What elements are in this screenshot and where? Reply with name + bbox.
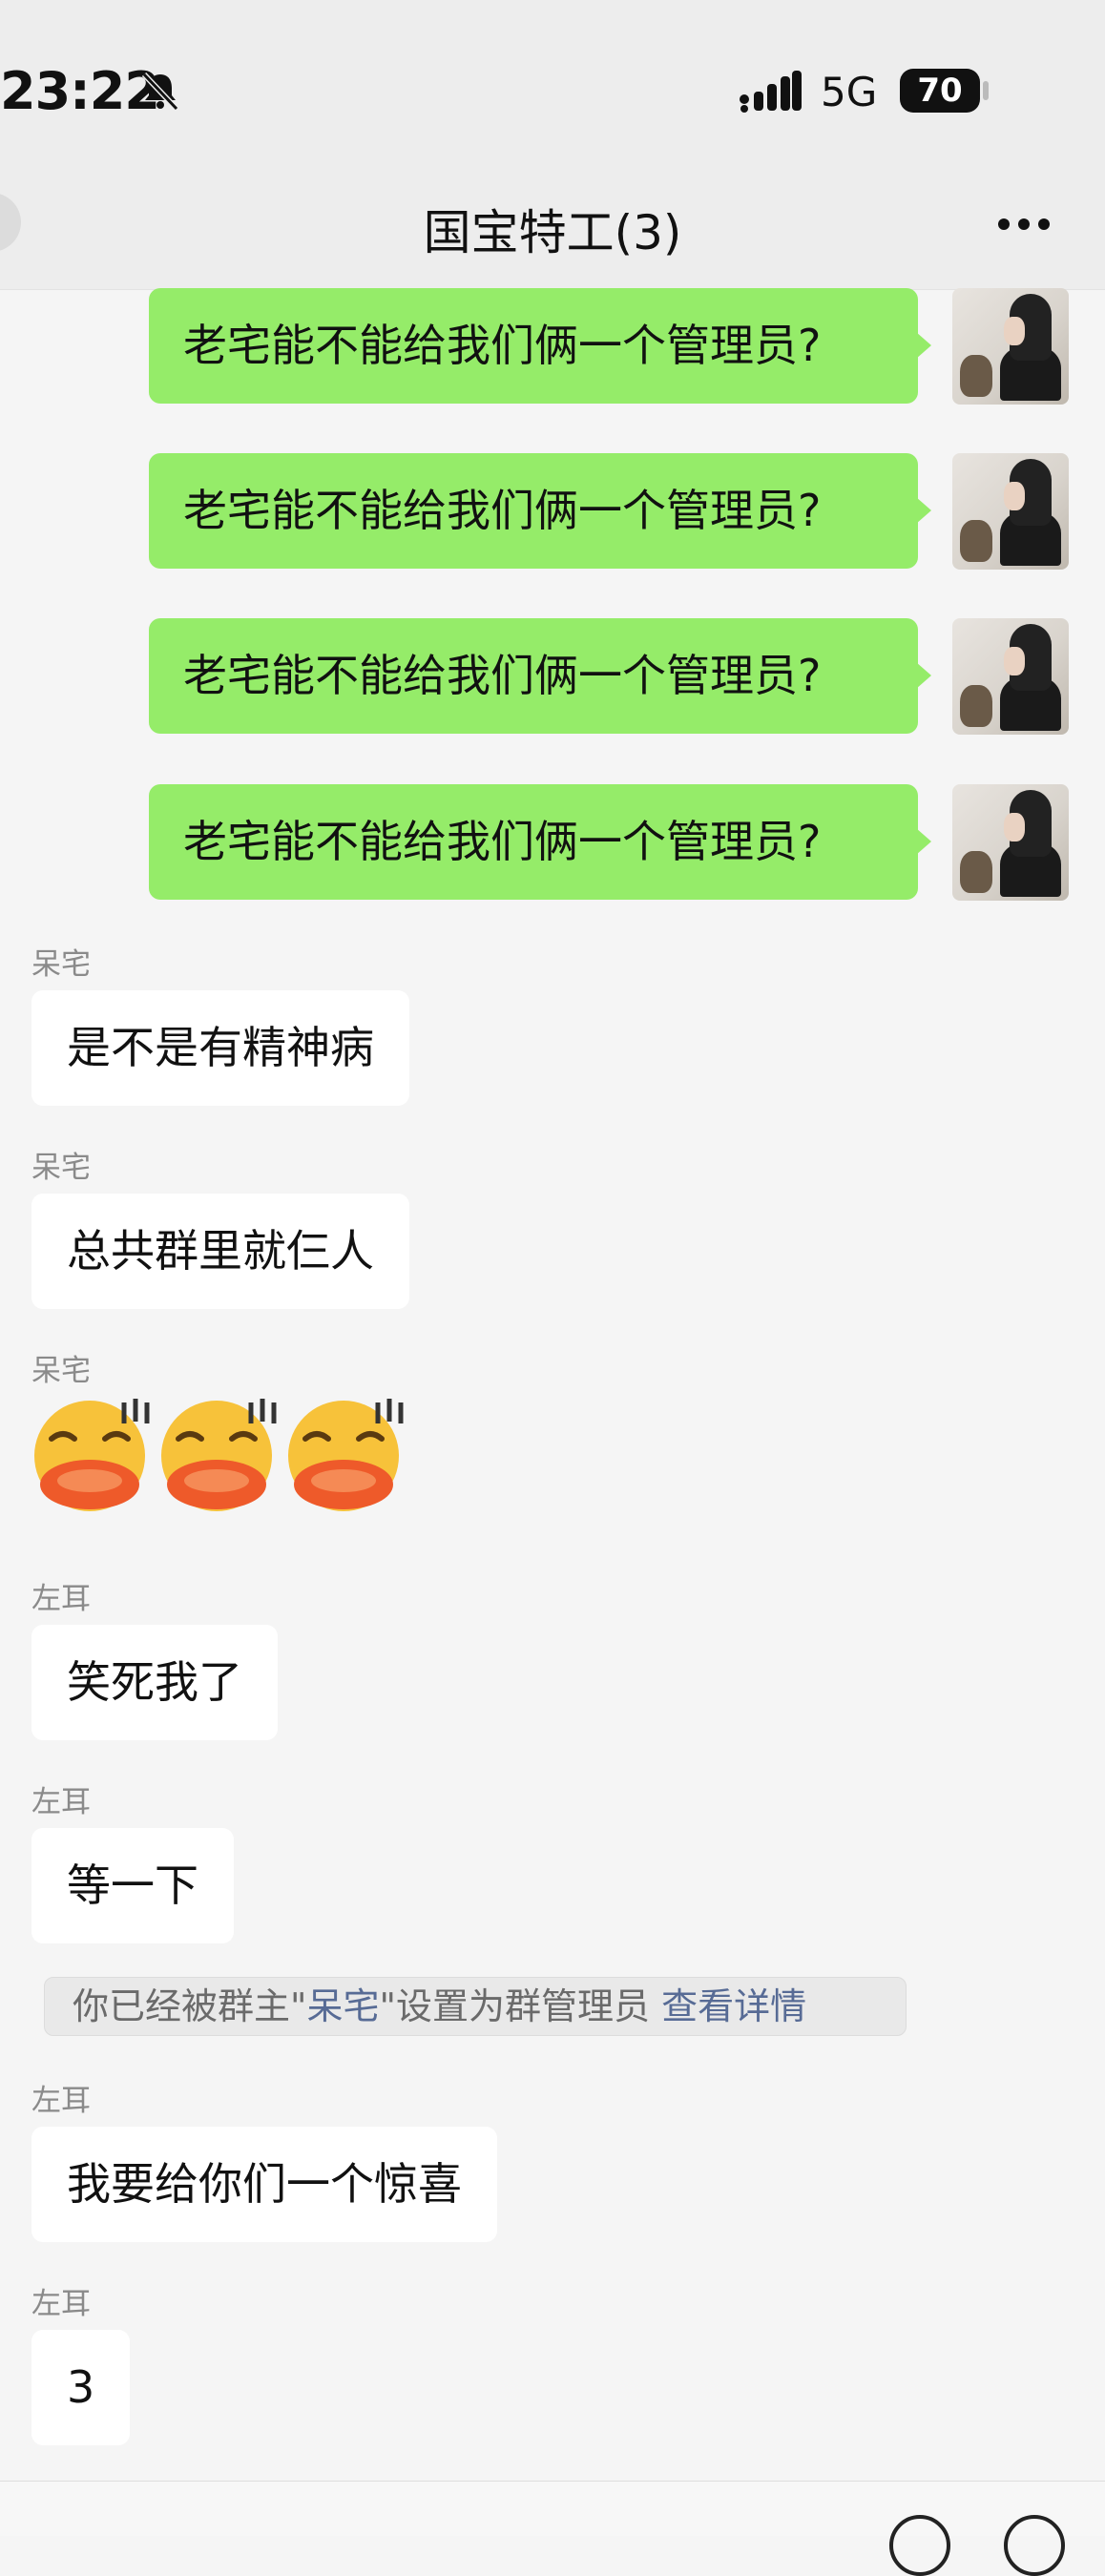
sender-name: 左耳 (31, 1785, 91, 1819)
chat-title: 国宝特工(3) (423, 205, 682, 260)
sender-name: 左耳 (31, 1582, 91, 1616)
battery-nub (983, 81, 989, 100)
user-avatar[interactable] (952, 453, 1069, 570)
system-notice: 你已经被群主"呆宅"设置为群管理员 查看详情 (44, 1977, 907, 2036)
battery-indicator: 70 (900, 69, 980, 113)
laughing-tears-emoji[interactable] (156, 1393, 278, 1515)
sender-name: 呆宅 (31, 947, 91, 982)
group-owner-name[interactable]: 呆宅 (306, 1985, 379, 2027)
laughing-tears-emoji[interactable] (282, 1393, 405, 1515)
bell-muted-icon (141, 72, 179, 112)
incoming-message-bubble[interactable]: 等一下 (31, 1828, 234, 1943)
add-button-icon[interactable] (1004, 2515, 1065, 2576)
system-notice-suffix: "设置为群管理员 (379, 1985, 650, 2027)
user-avatar[interactable] (952, 288, 1069, 405)
incoming-message-bubble[interactable]: 我要给你们一个惊喜 (31, 2127, 497, 2242)
signal-icon (740, 71, 802, 113)
sender-name: 呆宅 (31, 1354, 91, 1388)
outgoing-message-bubble[interactable]: 老宅能不能给我们俩一个管理员? (149, 453, 931, 569)
outgoing-message-bubble[interactable]: 老宅能不能给我们俩一个管理员? (149, 784, 931, 900)
system-notice-prefix: 你已经被群主" (73, 1985, 307, 2027)
sender-name: 呆宅 (31, 1151, 91, 1185)
view-details-link[interactable]: 查看详情 (661, 1985, 806, 2027)
status-time: 23:22 (0, 61, 160, 121)
outgoing-message-bubble[interactable]: 老宅能不能给我们俩一个管理员? (149, 618, 931, 734)
more-dots-icon[interactable] (997, 218, 1051, 231)
incoming-message-bubble[interactable]: 是不是有精神病 (31, 990, 409, 1106)
incoming-message-bubble[interactable]: 笑死我了 (31, 1625, 278, 1740)
user-avatar[interactable] (952, 618, 1069, 735)
laughing-tears-emoji[interactable] (29, 1393, 151, 1515)
incoming-message-bubble[interactable]: 3 (31, 2330, 131, 2445)
outgoing-message-bubble[interactable]: 老宅能不能给我们俩一个管理员? (149, 288, 931, 404)
user-avatar[interactable] (952, 784, 1069, 901)
sender-name: 左耳 (31, 2287, 91, 2321)
network-type: 5G (821, 69, 878, 115)
emoji-button-icon[interactable] (889, 2515, 950, 2576)
sender-name: 左耳 (31, 2084, 91, 2118)
incoming-message-bubble[interactable]: 总共群里就仨人 (31, 1194, 409, 1309)
